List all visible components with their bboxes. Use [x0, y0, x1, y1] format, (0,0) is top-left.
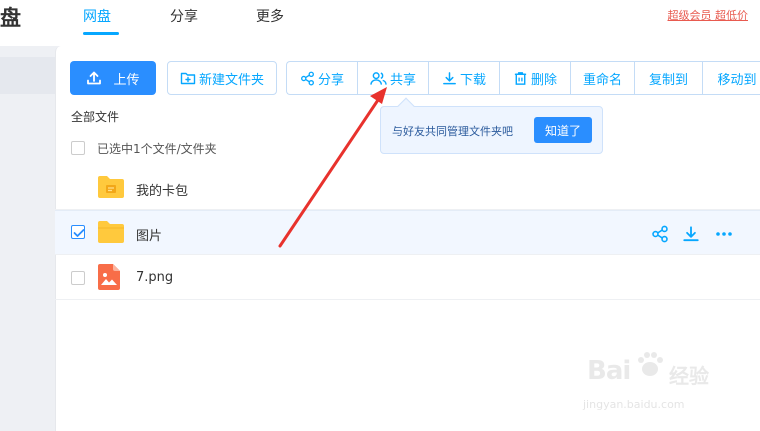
share-icon	[301, 71, 314, 85]
checkmark-icon	[73, 229, 85, 237]
move-to-label: 移动到	[717, 72, 757, 88]
upload-icon	[87, 71, 102, 85]
file-name[interactable]: 图片	[136, 225, 162, 244]
trash-icon	[514, 71, 527, 85]
new-folder-label: 新建文件夹	[198, 72, 264, 88]
action-button-group: 分享 共享 下载 删除 重命名 复制到 移动到	[286, 61, 760, 95]
tab-netdisk[interactable]: 网盘	[83, 6, 111, 26]
select-all-checkbox[interactable]	[71, 141, 85, 155]
share-button[interactable]: 分享	[287, 62, 358, 94]
move-to-button[interactable]: 移动到	[703, 62, 760, 94]
row-checkbox[interactable]	[71, 271, 85, 285]
co-share-tooltip: 与好友共同管理文件夹吧 知道了	[380, 97, 603, 154]
row-checkbox-checked[interactable]	[71, 225, 85, 239]
row-more-icon[interactable]	[715, 225, 733, 243]
folder-icon	[98, 221, 124, 243]
download-label: 下载	[459, 72, 486, 88]
copy-to-button[interactable]: 复制到	[635, 62, 703, 94]
super-vip-promo-link[interactable]: 超级会员 超低价	[668, 7, 749, 23]
baidu-jingyan-watermark: Bai 经验 jingyan.baidu.com	[583, 348, 733, 418]
people-icon	[370, 71, 387, 85]
tab-more[interactable]: 更多	[256, 6, 284, 26]
upload-label: 上传	[113, 72, 140, 88]
watermark-brand: Bai	[587, 356, 631, 386]
tab-share[interactable]: 分享	[170, 6, 198, 26]
card-folder-icon	[98, 176, 124, 198]
watermark-brand2: 经验	[669, 364, 709, 388]
co-share-label: 共享	[389, 72, 416, 88]
sidebar-item-active[interactable]	[0, 57, 55, 94]
upload-button[interactable]: 上传	[70, 61, 156, 95]
got-it-button[interactable]: 知道了	[534, 117, 592, 143]
new-folder-button[interactable]: 新建文件夹	[167, 61, 277, 95]
delete-label: 删除	[530, 72, 557, 88]
app-logo: 盘	[0, 6, 21, 30]
file-name[interactable]: 我的卡包	[136, 180, 188, 199]
tooltip-text: 与好友共同管理文件夹吧	[392, 125, 513, 138]
download-button[interactable]: 下载	[429, 62, 500, 94]
new-folder-icon	[180, 72, 196, 85]
delete-button[interactable]: 删除	[500, 62, 571, 94]
co-share-button[interactable]: 共享	[358, 62, 429, 94]
download-icon	[443, 71, 456, 84]
file-name[interactable]: 7.png	[136, 270, 173, 285]
breadcrumb[interactable]: 全部文件	[71, 108, 119, 125]
image-file-icon	[98, 264, 120, 290]
paw-icon	[638, 352, 663, 376]
copy-to-label: 复制到	[648, 72, 688, 88]
row-share-icon[interactable]	[651, 225, 669, 243]
selection-status: 已选中1个文件/文件夹	[97, 142, 217, 156]
watermark-url: jingyan.baidu.com	[583, 398, 685, 411]
row-download-icon[interactable]	[682, 225, 700, 243]
rename-label: 重命名	[582, 72, 622, 88]
share-label: 分享	[317, 72, 344, 88]
active-tab-indicator	[83, 32, 119, 35]
top-bar: 盘 网盘 分享 更多 超级会员 超低价	[0, 0, 760, 46]
rename-button[interactable]: 重命名	[571, 62, 635, 94]
